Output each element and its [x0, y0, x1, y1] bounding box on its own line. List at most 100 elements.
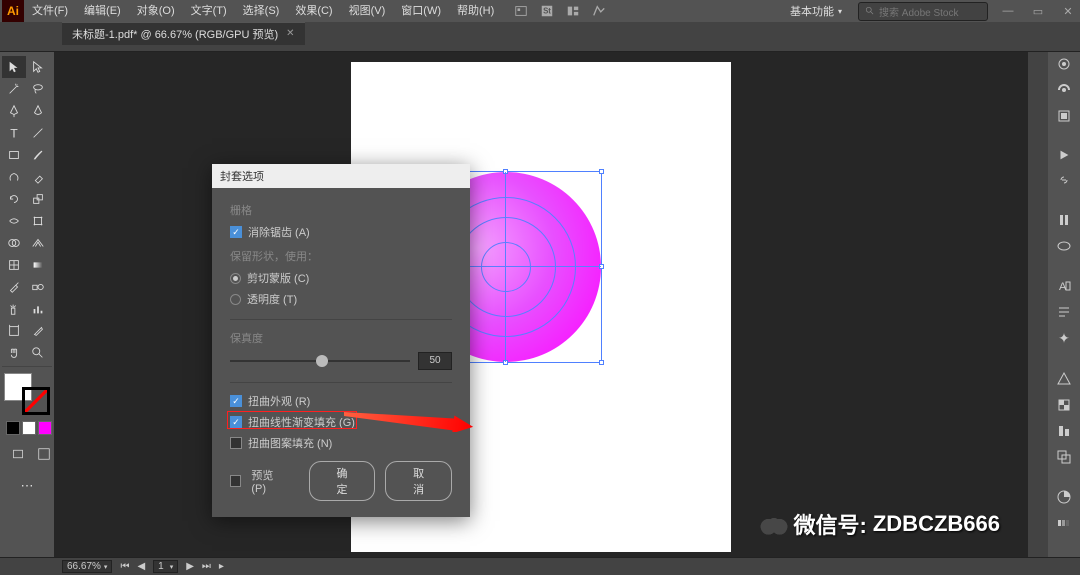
line-tool[interactable]	[26, 122, 50, 144]
layers-panel-icon[interactable]	[1055, 108, 1073, 124]
width-tool[interactable]	[2, 210, 26, 232]
pathfinder-panel-icon[interactable]	[1055, 449, 1073, 465]
shaper-tool[interactable]	[2, 166, 26, 188]
menu-help[interactable]: 帮助(H)	[449, 0, 502, 22]
minimize-button[interactable]: —	[998, 3, 1018, 19]
screen-mode-normal[interactable]	[6, 443, 30, 465]
artboard-tool[interactable]	[2, 320, 26, 342]
search-input[interactable]: 搜索 Adobe Stock	[858, 2, 988, 21]
ok-button[interactable]: 确定	[309, 461, 376, 501]
bridge-icon[interactable]	[514, 4, 528, 18]
swatches-panel-icon[interactable]: ✦	[1055, 330, 1073, 347]
wechat-icon	[760, 510, 788, 538]
rotate-tool[interactable]	[2, 188, 26, 210]
slider-thumb[interactable]	[316, 355, 328, 367]
distort-appearance-checkbox[interactable]: ✓	[230, 395, 242, 407]
menu-effect[interactable]: 效果(C)	[287, 0, 340, 22]
menu-select[interactable]: 选择(S)	[235, 0, 288, 22]
symbols-panel-icon[interactable]	[1055, 238, 1073, 254]
play-icon[interactable]	[1055, 148, 1073, 162]
mesh-tool[interactable]	[2, 254, 26, 276]
antialias-checkbox[interactable]: ✓	[230, 226, 242, 238]
menu-object[interactable]: 对象(O)	[129, 0, 183, 22]
color-guide-panel-icon[interactable]	[1055, 515, 1073, 531]
maximize-button[interactable]: ▭	[1028, 3, 1048, 19]
gpu-icon[interactable]	[592, 4, 606, 18]
gradient-mode-swatch[interactable]	[38, 421, 52, 435]
stock-icon[interactable]: St	[540, 4, 554, 18]
color-panel-icon[interactable]	[1055, 489, 1073, 505]
symbol-sprayer-tool[interactable]	[2, 298, 26, 320]
align-panel-icon[interactable]	[1055, 423, 1073, 439]
eyedropper-tool[interactable]	[2, 276, 26, 298]
clip-mask-radio[interactable]	[230, 273, 241, 284]
fidelity-slider[interactable]	[230, 360, 410, 362]
stroke-swatch[interactable]	[22, 387, 50, 415]
close-tab-icon[interactable]: ✕	[286, 28, 294, 39]
clip-mask-label: 剪切蒙版 (C)	[247, 270, 309, 286]
distort-linear-gradient-checkbox[interactable]: ✓	[230, 416, 242, 428]
character-panel-icon[interactable]: A	[1055, 278, 1073, 294]
fill-stroke-control[interactable]	[4, 373, 50, 415]
menu-file[interactable]: 文件(F)	[24, 0, 76, 22]
menu-edit[interactable]: 编辑(E)	[76, 0, 129, 22]
app-logo: Ai	[2, 0, 24, 22]
column-graph-tool[interactable]	[26, 298, 50, 320]
nav-next-last[interactable]: ⏭	[202, 561, 211, 572]
link-panel-icon[interactable]	[1055, 172, 1073, 188]
cancel-button[interactable]: 取消	[385, 461, 452, 501]
color-mode-swatch[interactable]	[6, 421, 20, 435]
scale-tool[interactable]	[26, 188, 50, 210]
close-button[interactable]: ✕	[1058, 3, 1078, 19]
nav-prev[interactable]: ◀	[137, 561, 145, 572]
resize-handle[interactable]	[599, 360, 604, 365]
slice-tool[interactable]	[26, 320, 50, 342]
right-dock-collapse[interactable]	[1028, 52, 1048, 557]
zoom-level[interactable]: 66.67%▾	[62, 560, 112, 573]
pen-tool[interactable]	[2, 100, 26, 122]
rectangle-tool[interactable]	[2, 144, 26, 166]
document-tab[interactable]: 未标题-1.pdf* @ 66.67% (RGB/GPU 预览) ✕	[62, 22, 305, 45]
blend-tool[interactable]	[26, 276, 50, 298]
selection-tool[interactable]	[2, 56, 26, 78]
transparency-panel-icon[interactable]	[1055, 397, 1073, 413]
edit-toolbar-icon[interactable]: ⋯	[15, 475, 39, 497]
lasso-tool[interactable]	[26, 78, 50, 100]
preview-checkbox[interactable]	[230, 475, 241, 487]
zoom-tool[interactable]	[26, 342, 50, 364]
appearance-panel-icon[interactable]	[1055, 371, 1073, 387]
screen-mode-full[interactable]	[32, 443, 56, 465]
menu-view[interactable]: 视图(V)	[341, 0, 394, 22]
arrange-icon[interactable]	[566, 4, 580, 18]
distort-pattern-checkbox[interactable]	[230, 437, 242, 449]
transparency-radio[interactable]	[230, 294, 241, 305]
fidelity-value[interactable]: 50	[418, 352, 452, 370]
perspective-grid-tool[interactable]	[26, 232, 50, 254]
menu-window[interactable]: 窗口(W)	[393, 0, 449, 22]
canvas[interactable]: 封套选项 栅格 ✓ 消除锯齿 (A) 保留形状，使用： 剪切蒙版 (C) 透明度…	[54, 52, 1028, 557]
color-mode-swatch[interactable]	[22, 421, 36, 435]
resize-handle[interactable]	[599, 169, 604, 174]
properties-panel-icon[interactable]	[1055, 56, 1073, 72]
hand-tool[interactable]	[2, 342, 26, 364]
shape-builder-tool[interactable]	[2, 232, 26, 254]
antialias-label: 消除锯齿 (A)	[248, 224, 310, 240]
free-transform-tool[interactable]	[26, 210, 50, 232]
direct-selection-tool[interactable]	[26, 56, 50, 78]
nav-next[interactable]: ▶	[186, 561, 194, 572]
svg-text:T: T	[10, 126, 18, 140]
paragraph-panel-icon[interactable]	[1055, 304, 1073, 320]
libraries-panel-icon[interactable]	[1055, 82, 1073, 98]
curvature-tool[interactable]	[26, 100, 50, 122]
artboard-nav[interactable]: 1▾	[153, 560, 178, 573]
brushes-panel-icon[interactable]	[1055, 212, 1073, 228]
magic-wand-tool[interactable]	[2, 78, 26, 100]
type-tool[interactable]: T	[2, 122, 26, 144]
gradient-tool[interactable]	[26, 254, 50, 276]
nav-prev-first[interactable]: ⏮	[120, 561, 129, 572]
workspace-switcher[interactable]: 基本功能▾	[784, 1, 848, 21]
watermark-label: 微信号:	[794, 508, 867, 540]
paintbrush-tool[interactable]	[26, 144, 50, 166]
eraser-tool[interactable]	[26, 166, 50, 188]
menu-type[interactable]: 文字(T)	[183, 0, 235, 22]
